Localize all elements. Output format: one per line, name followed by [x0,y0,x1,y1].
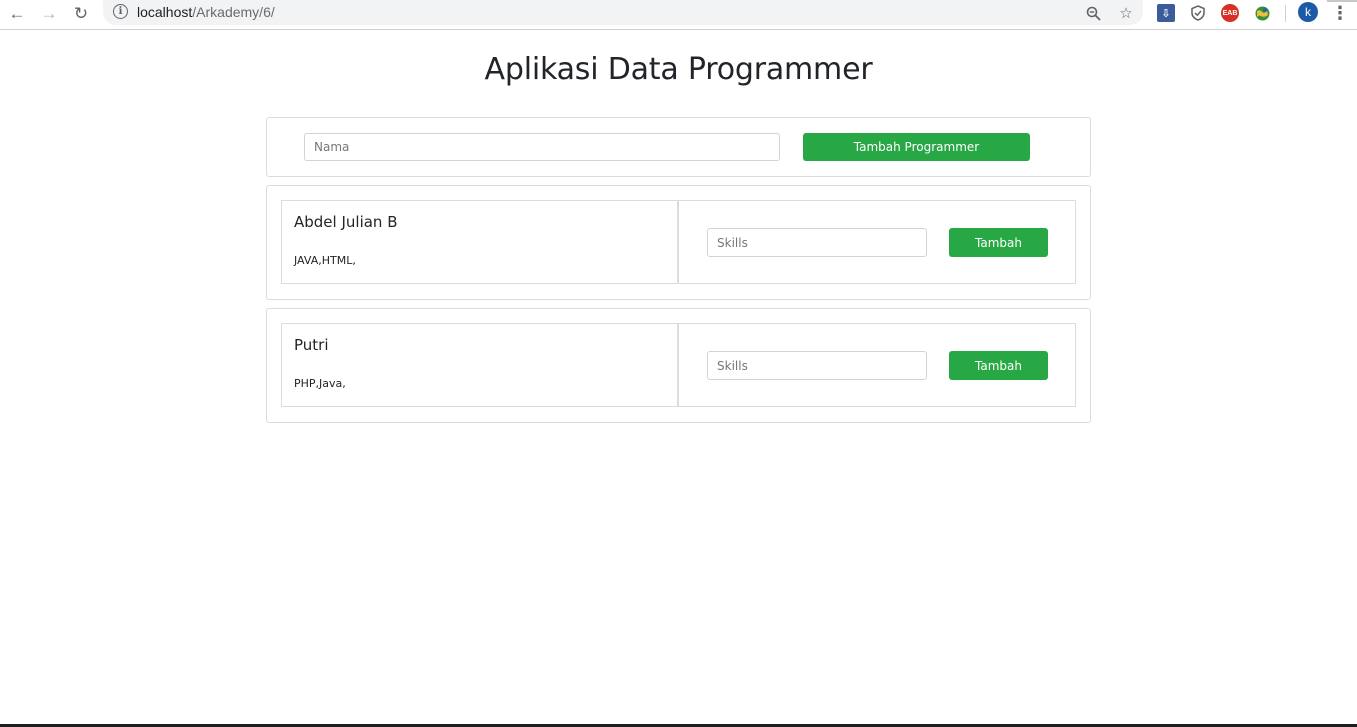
programmer-skills: PHP,Java, [294,377,346,390]
add-skill-button[interactable]: Tambah [949,351,1048,380]
programmer-card: Abdel Julian B JAVA,HTML, Tambah [266,185,1091,300]
programmer-info: Putri PHP,Java, [282,324,679,406]
browser-toolbar: ← → ↻ i localhost/Arkademy/6/ ☆ ⇩ EAB k … [0,0,1357,30]
zoom-icon[interactable] [1083,3,1103,23]
eab-extension-icon[interactable]: EAB [1221,4,1239,22]
add-skill-button[interactable]: Tambah [949,228,1048,257]
url-path: /Arkademy/6/ [192,4,275,20]
forward-arrow-icon[interactable]: → [36,2,62,26]
profile-avatar[interactable]: k [1298,2,1318,22]
add-programmer-button[interactable]: Tambah Programmer [803,133,1030,161]
download-extension-icon[interactable]: ⇩ [1157,4,1175,22]
shield-extension-icon[interactable] [1189,4,1207,22]
name-input[interactable] [304,133,780,161]
page-title: Aplikasi Data Programmer [484,52,873,87]
address-bar[interactable]: i localhost/Arkademy/6/ ☆ [103,0,1143,25]
programmer-name: Abdel Julian B [294,213,398,231]
site-info-icon[interactable]: i [113,4,128,19]
programmer-card-body: Putri PHP,Java, Tambah [281,323,1076,407]
programmer-card: Putri PHP,Java, Tambah [266,308,1091,423]
url-host: localhost [137,4,193,20]
reload-icon[interactable]: ↻ [68,2,94,26]
bookmark-star-icon[interactable]: ☆ [1116,3,1136,23]
toolbar-separator [1285,5,1286,22]
back-arrow-icon[interactable]: ← [4,2,30,26]
add-programmer-card: Tambah Programmer [266,117,1091,177]
window-corner-decoration [1327,0,1357,2]
skills-input[interactable] [707,228,927,257]
more-menu-icon[interactable]: ⋮ [1330,2,1350,24]
programmer-skills: JAVA,HTML, [294,254,356,267]
programmer-name: Putri [294,336,329,354]
programmer-info: Abdel Julian B JAVA,HTML, [282,201,679,283]
skills-input[interactable] [707,351,927,380]
globe-extension-icon[interactable] [1253,4,1271,22]
programmer-card-body: Abdel Julian B JAVA,HTML, Tambah [281,200,1076,284]
url-text[interactable]: localhost/Arkademy/6/ [137,4,275,20]
